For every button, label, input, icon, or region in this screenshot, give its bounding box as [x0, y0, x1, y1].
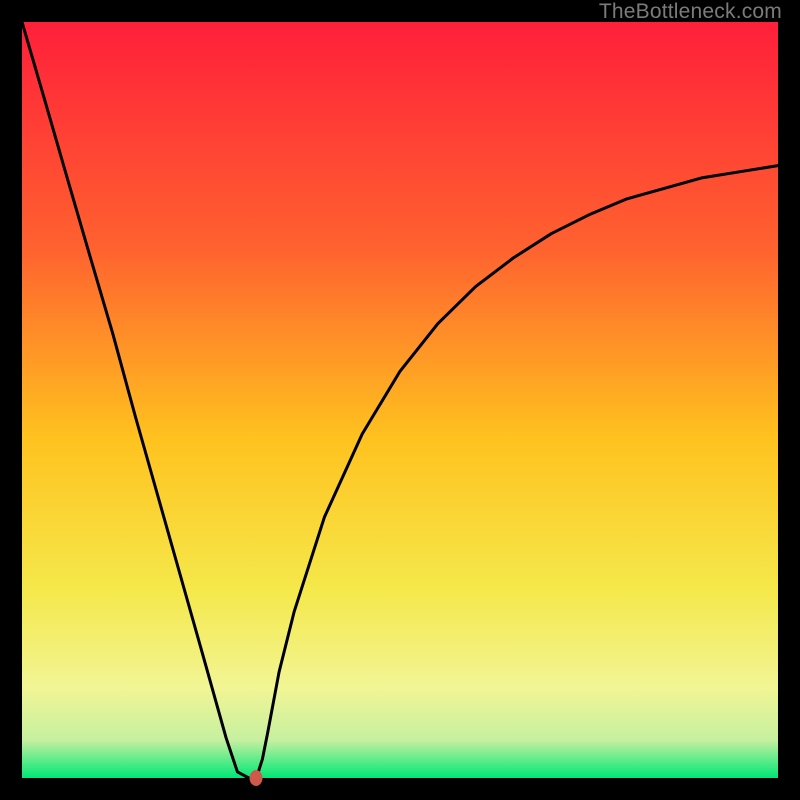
plot-frame	[22, 22, 778, 778]
bottleneck-chart	[22, 22, 778, 778]
minimum-marker-icon	[250, 770, 263, 786]
gradient-background	[22, 22, 778, 778]
watermark-label: TheBottleneck.com	[599, 0, 782, 24]
